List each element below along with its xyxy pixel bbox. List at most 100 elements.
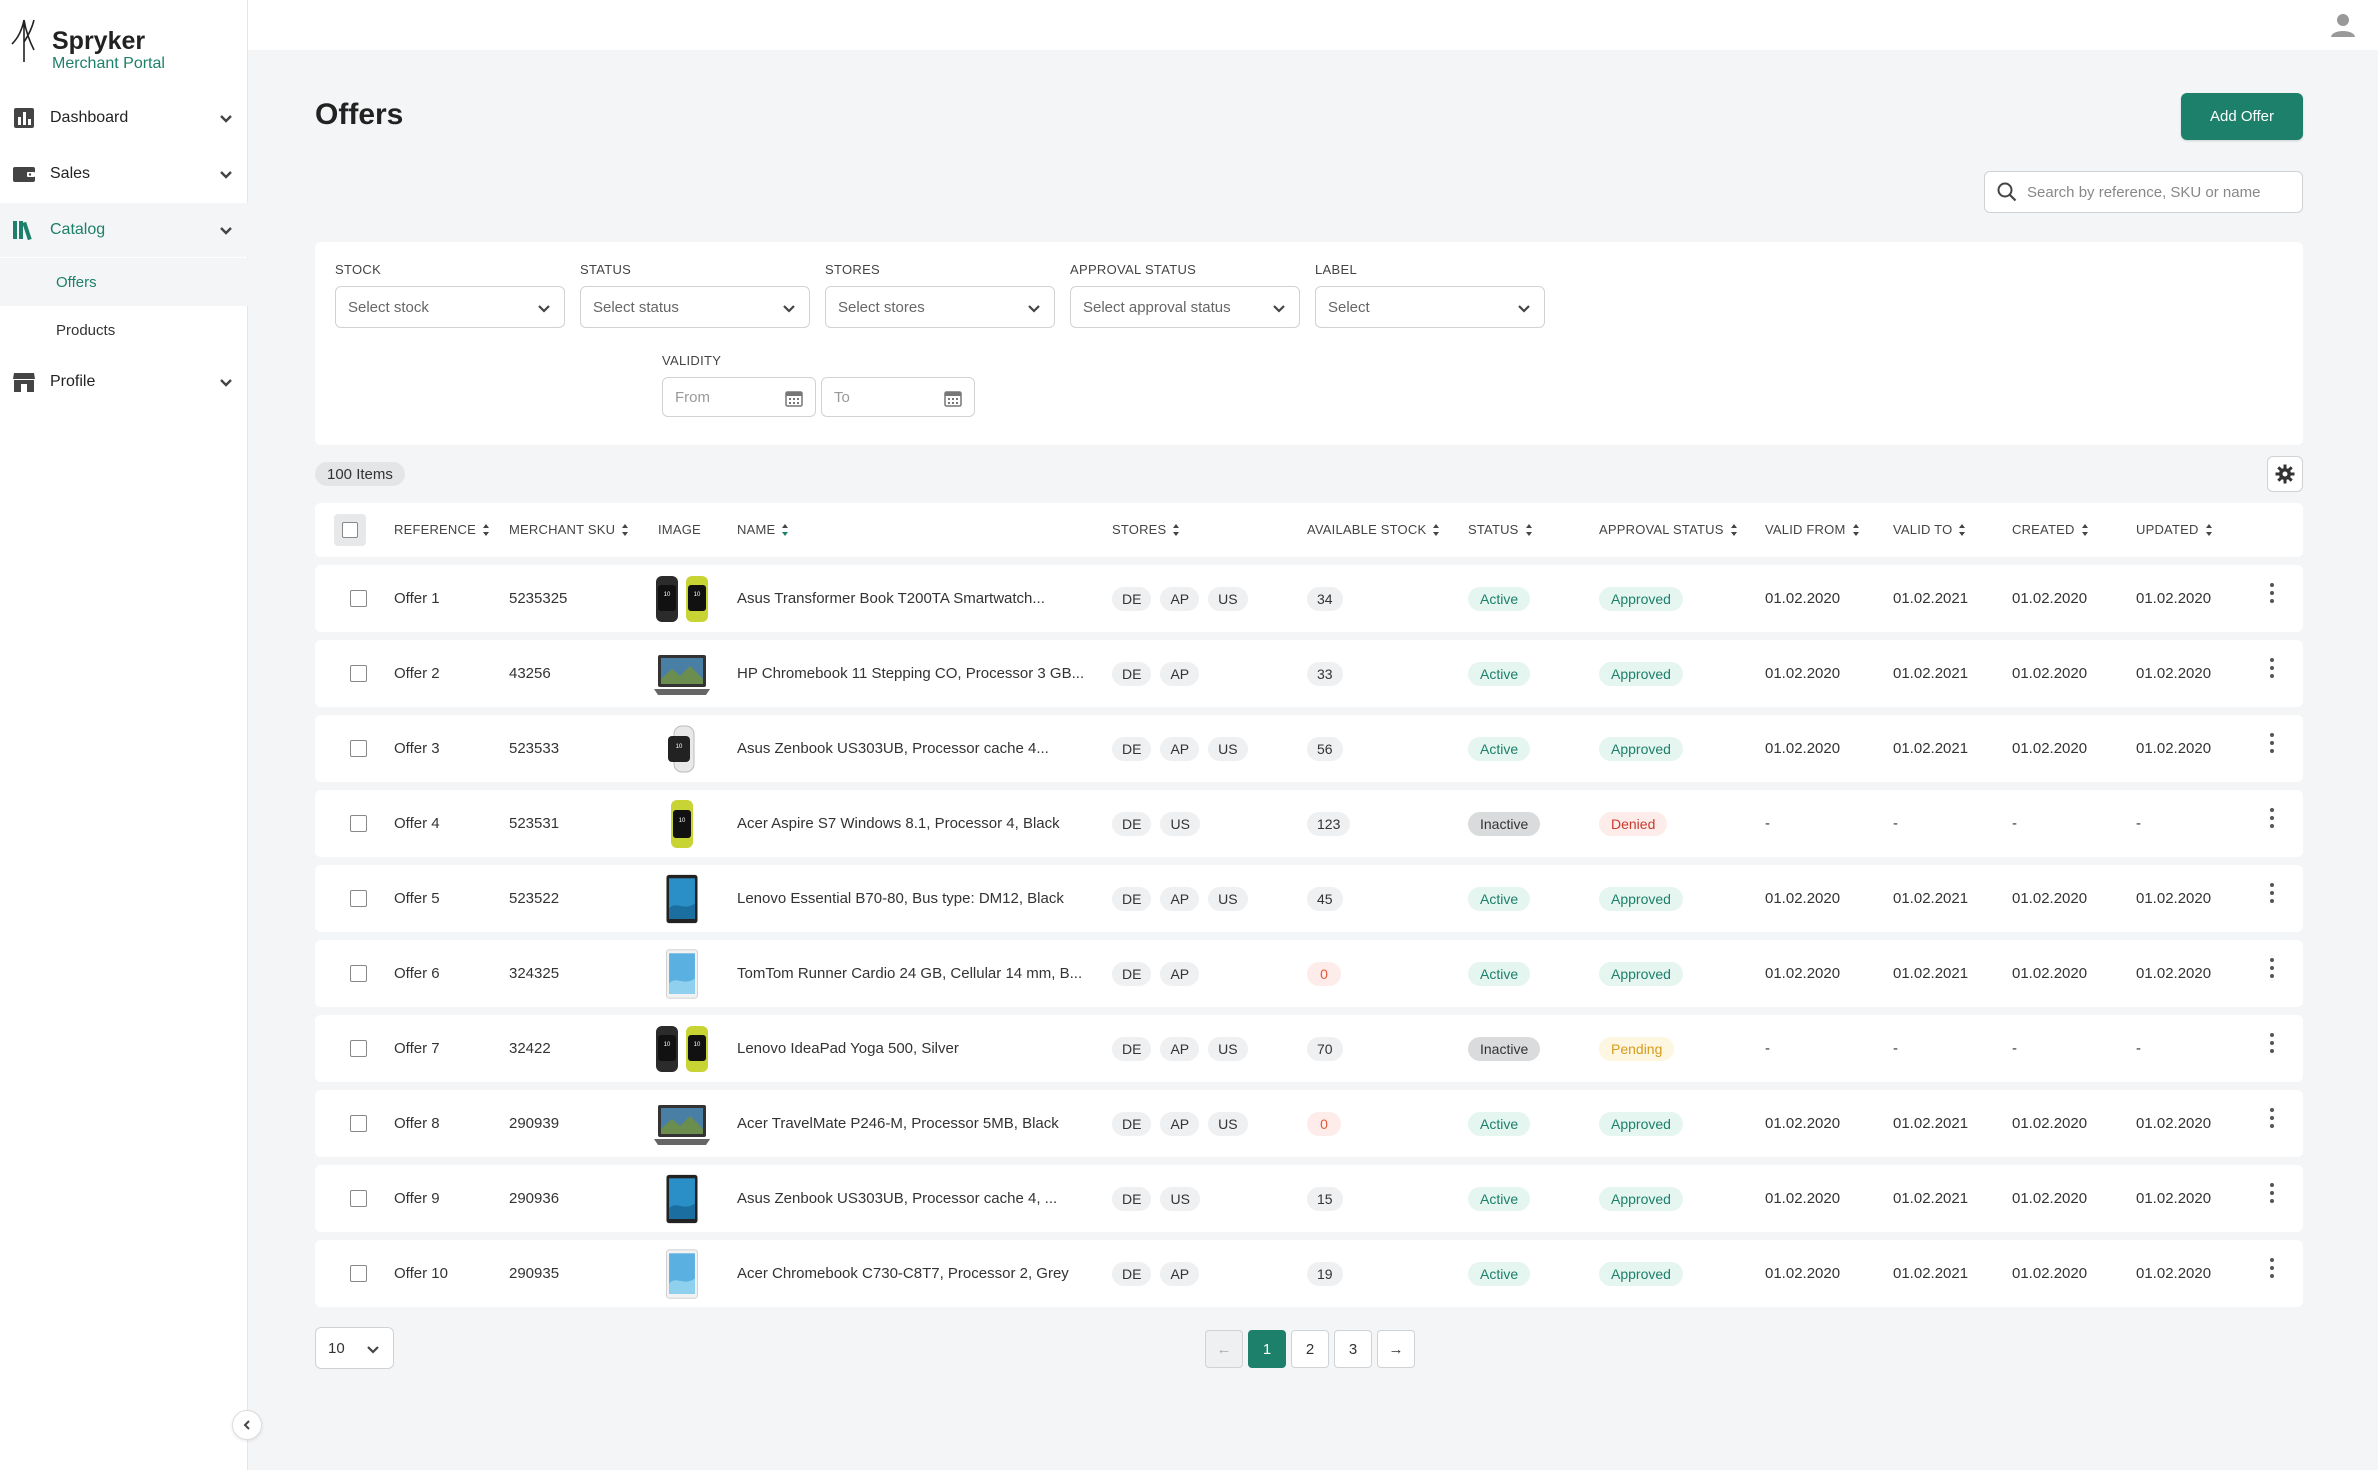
label-select[interactable]: Select [1315,286,1545,328]
product-name: Asus Transformer Book T200TA Smartwatch.… [737,590,1045,607]
created-date: 01.02.2020 [2012,590,2088,607]
stock-badge: 0 [1307,961,1341,986]
select-placeholder: Select [1328,298,1370,316]
row-checkbox[interactable] [350,590,367,607]
validity-from-field[interactable]: From [662,377,816,417]
table-settings-button[interactable] [2267,456,2303,492]
column-valid-from[interactable]: VALID FROM [1765,522,1860,537]
column-image: IMAGE [658,522,701,537]
approval-status-badge: Approved [1599,661,1683,686]
column-label: APPROVAL STATUS [1599,522,1724,537]
add-offer-button[interactable]: Add Offer [2181,93,2303,140]
store-chip: AP [1160,586,1200,611]
row-actions-menu-icon[interactable] [2269,882,2275,903]
table-row[interactable]: Offer 3 523533 10 Asus Zenbook US303UB, … [315,715,2303,782]
logo[interactable]: Spryker Merchant Portal [10,16,165,74]
row-checkbox[interactable] [350,665,367,682]
status-badge: Inactive [1468,1036,1541,1061]
row-actions-menu-icon[interactable] [2269,1032,2275,1053]
store-chip: US [1160,1186,1200,1211]
chevron-down-icon [1028,305,1040,313]
stock-badge: 33 [1307,661,1343,686]
row-checkbox[interactable] [350,1190,367,1207]
column-reference[interactable]: REFERENCE [394,522,490,537]
sidebar-item-dashboard[interactable]: Dashboard [0,91,248,145]
column-valid-to[interactable]: VALID TO [1893,522,1966,537]
approval-status-badge: Approved [1599,886,1683,911]
column-updated[interactable]: UPDATED [2136,522,2213,537]
sort-ascending-icon [782,523,789,536]
row-actions-menu-icon[interactable] [2269,732,2275,753]
table-row[interactable]: Offer 5 523522 Lenovo Essential B70-80, … [315,865,2303,932]
date-placeholder: To [834,388,850,406]
chevron-down-icon [220,115,232,123]
search-input[interactable] [2027,183,2287,201]
offer-reference: Offer 6 [394,965,440,982]
valid-from: 01.02.2020 [1765,890,1841,907]
filter-label: STOCK [335,262,382,277]
select-all-checkbox[interactable] [334,514,366,546]
page-button-3[interactable]: 3 [1334,1330,1372,1368]
sidebar-subitem-offers[interactable]: Offers [0,258,248,306]
row-checkbox[interactable] [350,815,367,832]
validity-to-field[interactable]: To [821,377,975,417]
row-checkbox[interactable] [350,1265,367,1282]
collapse-sidebar-button[interactable] [232,1410,262,1440]
table-row[interactable]: Offer 8 290939 Acer TravelMate P246-M, P… [315,1090,2303,1157]
column-approval-status[interactable]: APPROVAL STATUS [1599,522,1738,537]
sidebar-subitem-products[interactable]: Products [0,306,248,354]
row-actions-menu-icon[interactable] [2269,657,2275,678]
page-size-value: 10 [328,1339,345,1357]
user-icon[interactable] [2330,12,2356,38]
row-actions-menu-icon[interactable] [2269,1182,2275,1203]
column-status[interactable]: STATUS [1468,522,1533,537]
product-name: Lenovo Essential B70-80, Bus type: DM12,… [737,890,1064,907]
stores-select[interactable]: Select stores [825,286,1055,328]
merchant-sku: 324325 [509,965,560,982]
column-name[interactable]: NAME [737,522,789,537]
next-page-button[interactable]: → [1377,1330,1415,1368]
row-actions-menu-icon[interactable] [2269,1107,2275,1128]
page-button-1[interactable]: 1 [1248,1330,1286,1368]
sidebar-item-sales[interactable]: Sales [0,147,248,201]
row-checkbox[interactable] [350,890,367,907]
store-chip: US [1208,736,1248,761]
row-checkbox[interactable] [350,740,367,757]
row-checkbox[interactable] [350,1040,367,1057]
column-created[interactable]: CREATED [2012,522,2089,537]
column-available-stock[interactable]: AVAILABLE STOCK [1307,522,1440,537]
table-row[interactable]: Offer 9 290936 Asus Zenbook US303UB, Pro… [315,1165,2303,1232]
table-row[interactable]: Offer 10 290935 Acer Chromebook C730-C8T… [315,1240,2303,1307]
merchant-sku: 523522 [509,890,560,907]
row-actions-menu-icon[interactable] [2269,807,2275,828]
approval-status-select[interactable]: Select approval status [1070,286,1300,328]
offer-reference: Offer 4 [394,815,440,832]
page-size-select[interactable]: 10 [315,1327,394,1369]
sidebar-item-profile[interactable]: Profile [0,355,248,409]
column-merchant-sku[interactable]: MERCHANT SKU [509,522,629,537]
sidebar-item-catalog[interactable]: Catalog [0,203,248,257]
merchant-sku: 290936 [509,1190,560,1207]
table-row[interactable]: Offer 4 523531 10 Acer Aspire S7 Windows… [315,790,2303,857]
product-name: Acer Chromebook C730-C8T7, Processor 2, … [737,1265,1069,1282]
product-image [650,1098,714,1150]
row-checkbox[interactable] [350,965,367,982]
stock-filter: STOCK Select stock [335,262,565,328]
table-row[interactable]: Offer 7 32422 10 10 Lenovo IdeaPad Yoga 5… [315,1015,2303,1082]
row-actions-menu-icon[interactable] [2269,1257,2275,1278]
approval-status-filter: APPROVAL STATUS Select approval status [1070,262,1300,328]
table-row[interactable]: Offer 2 43256 HP Chromebook 11 Stepping … [315,640,2303,707]
prev-page-button[interactable]: ← [1205,1330,1243,1368]
svg-text:10: 10 [694,1042,701,1048]
page-button-2[interactable]: 2 [1291,1330,1329,1368]
row-checkbox[interactable] [350,1115,367,1132]
stock-select[interactable]: Select stock [335,286,565,328]
column-stores[interactable]: STORES [1112,522,1180,537]
row-actions-menu-icon[interactable] [2269,957,2275,978]
status-select[interactable]: Select status [580,286,810,328]
table-row[interactable]: Offer 1 5235325 10 10 Asus Transformer Bo… [315,565,2303,632]
column-label: CREATED [2012,522,2075,537]
table-row[interactable]: Offer 6 324325 TomTom Runner Cardio 24 G… [315,940,2303,1007]
row-actions-menu-icon[interactable] [2269,582,2275,603]
label-filter: LABEL Select [1315,262,1545,328]
